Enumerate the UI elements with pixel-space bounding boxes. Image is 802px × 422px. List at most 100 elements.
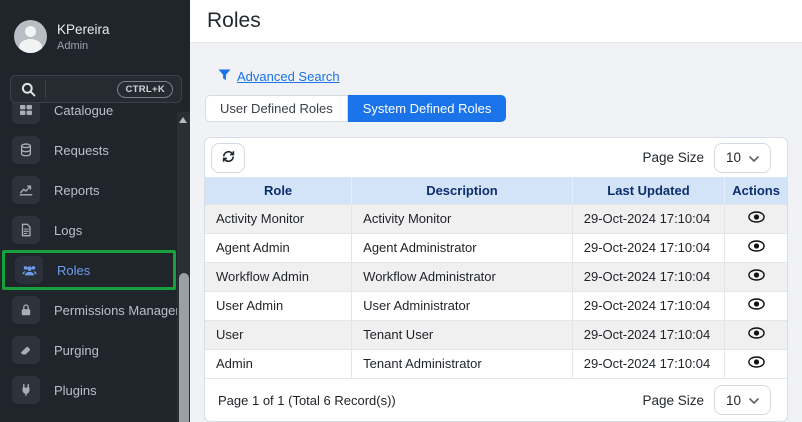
role-cell: Workflow Admin xyxy=(205,261,352,291)
page-size-value: 10 xyxy=(725,150,742,165)
view-role-button[interactable] xyxy=(744,238,768,258)
tab-system-defined-roles[interactable]: System Defined Roles xyxy=(347,95,507,122)
page-title: Roles xyxy=(207,9,261,32)
table-row: Activity Monitor Activity Monitor 29-Oct… xyxy=(205,203,787,233)
sidebar-item-reports[interactable]: Reports xyxy=(0,170,177,210)
tab-user-defined-roles[interactable]: User Defined Roles xyxy=(205,95,348,122)
database-icon xyxy=(12,136,40,164)
sidebar-item-label: Reports xyxy=(54,182,100,198)
scrollbar-thumb[interactable] xyxy=(178,273,189,422)
app-window: KPereira Admin CTRL+K Catalogue Requests… xyxy=(0,0,802,422)
sidebar-item-purging[interactable]: Purging xyxy=(0,330,177,370)
advanced-search-link[interactable]: Advanced Search xyxy=(218,69,340,84)
plug-icon xyxy=(12,376,40,404)
column-header-description[interactable]: Description xyxy=(351,177,573,204)
sidebar-item-label: Catalogue xyxy=(54,103,114,118)
view-role-button[interactable] xyxy=(744,209,768,229)
view-role-button[interactable] xyxy=(744,296,768,316)
role-cell: Activity Monitor xyxy=(205,203,352,233)
view-role-button[interactable] xyxy=(744,267,768,287)
filter-icon xyxy=(218,69,231,84)
page-size-value: 10 xyxy=(725,392,742,408)
sidebar-menu: Catalogue Requests Reports Logs Roles Pe… xyxy=(0,103,177,422)
table-toolbar: Page Size 10 xyxy=(205,138,787,177)
document-icon xyxy=(12,216,40,244)
search-divider xyxy=(45,80,46,98)
table-row: Workflow Admin Workflow Administrator 29… xyxy=(205,261,787,291)
sidebar-item-label: Purging xyxy=(54,342,99,358)
description-cell: Workflow Administrator xyxy=(351,261,573,291)
column-header-last-updated[interactable]: Last Updated xyxy=(571,177,725,204)
column-header-actions: Actions xyxy=(724,177,787,204)
role-cell: Admin xyxy=(205,348,352,378)
description-cell: Tenant Administrator xyxy=(351,348,573,378)
description-cell: User Administrator xyxy=(351,290,573,320)
sidebar-item-permissions-manager[interactable]: Permissions Manager xyxy=(0,290,177,330)
content-header: Roles xyxy=(190,0,802,43)
sidebar-item-catalogue[interactable]: Catalogue xyxy=(0,103,177,130)
chevron-down-icon xyxy=(749,391,759,409)
sidebar-item-roles[interactable]: Roles xyxy=(2,250,176,290)
last-updated-cell: 29-Oct-2024 17:10:04 xyxy=(571,348,725,378)
role-type-tabs: User Defined Roles System Defined Roles xyxy=(205,95,802,122)
sidebar-search-input[interactable]: CTRL+K xyxy=(10,75,182,103)
table-row: User Admin User Administrator 29-Oct-202… xyxy=(205,290,787,320)
eye-icon xyxy=(747,240,765,255)
eye-icon xyxy=(747,211,765,226)
avatar xyxy=(14,20,47,53)
table-row: Admin Tenant Administrator 29-Oct-2024 1… xyxy=(205,348,787,378)
scroll-up-arrow-icon[interactable] xyxy=(179,117,187,123)
user-profile[interactable]: KPereira Admin xyxy=(14,20,110,53)
sidebar-scrollbar[interactable] xyxy=(177,112,190,422)
grid-icon xyxy=(12,103,40,124)
table-footer: Page 1 of 1 (Total 6 Record(s)) Page Siz… xyxy=(205,378,787,421)
page-size-label: Page Size xyxy=(642,150,704,165)
refresh-icon xyxy=(221,149,236,167)
sidebar-item-requests[interactable]: Requests xyxy=(0,130,177,170)
refresh-button[interactable] xyxy=(211,142,245,173)
sidebar: KPereira Admin CTRL+K Catalogue Requests… xyxy=(0,0,190,422)
description-cell: Agent Administrator xyxy=(351,232,573,262)
last-updated-cell: 29-Oct-2024 17:10:04 xyxy=(571,290,725,320)
description-cell: Tenant User xyxy=(351,319,573,349)
users-icon xyxy=(15,256,43,284)
table-row: User Tenant User 29-Oct-2024 17:10:04 xyxy=(205,319,787,349)
roles-table-card: Page Size 10 Role Description Last Updat… xyxy=(204,137,788,422)
last-updated-cell: 29-Oct-2024 17:10:04 xyxy=(571,232,725,262)
user-info: KPereira Admin xyxy=(57,22,110,52)
last-updated-cell: 29-Oct-2024 17:10:04 xyxy=(571,319,725,349)
sidebar-item-logs[interactable]: Logs xyxy=(0,210,177,250)
pagination-summary: Page 1 of 1 (Total 6 Record(s)) xyxy=(218,392,396,408)
sidebar-item-label: Plugins xyxy=(54,382,97,398)
page-size-select[interactable]: 10 xyxy=(714,142,771,173)
eye-icon xyxy=(747,356,765,371)
view-role-button[interactable] xyxy=(744,325,768,345)
table-row: Agent Admin Agent Administrator 29-Oct-2… xyxy=(205,232,787,262)
page-size-label: Page Size xyxy=(642,392,704,408)
description-cell: Activity Monitor xyxy=(351,203,573,233)
table-header-row: Role Description Last Updated Actions xyxy=(205,177,787,204)
search-icon xyxy=(11,82,45,97)
lock-icon xyxy=(12,296,40,324)
user-role: Admin xyxy=(57,39,89,52)
eye-icon xyxy=(747,327,765,342)
eye-icon xyxy=(747,298,765,313)
line-chart-icon xyxy=(12,176,40,204)
last-updated-cell: 29-Oct-2024 17:10:04 xyxy=(571,261,725,291)
sidebar-item-plugins[interactable]: Plugins xyxy=(0,370,177,410)
role-cell: User Admin xyxy=(205,290,352,320)
advanced-search-label: Advanced Search xyxy=(237,69,340,84)
content-body: Advanced Search User Defined Roles Syste… xyxy=(190,43,802,422)
sidebar-item-label: Roles xyxy=(57,262,91,278)
shortcut-badge: CTRL+K xyxy=(117,80,173,98)
chevron-down-icon xyxy=(749,149,759,167)
sidebar-item-label: Requests xyxy=(54,142,109,158)
last-updated-cell: 29-Oct-2024 17:10:04 xyxy=(571,203,725,233)
page-size-select-footer[interactable]: 10 xyxy=(714,385,771,415)
role-cell: Agent Admin xyxy=(205,232,352,262)
eye-icon xyxy=(747,269,765,284)
view-role-button[interactable] xyxy=(744,354,768,374)
main-content: Roles Advanced Search User Defined Roles… xyxy=(190,0,802,422)
column-header-role[interactable]: Role xyxy=(205,177,352,204)
sidebar-item-label: Logs xyxy=(54,222,83,238)
